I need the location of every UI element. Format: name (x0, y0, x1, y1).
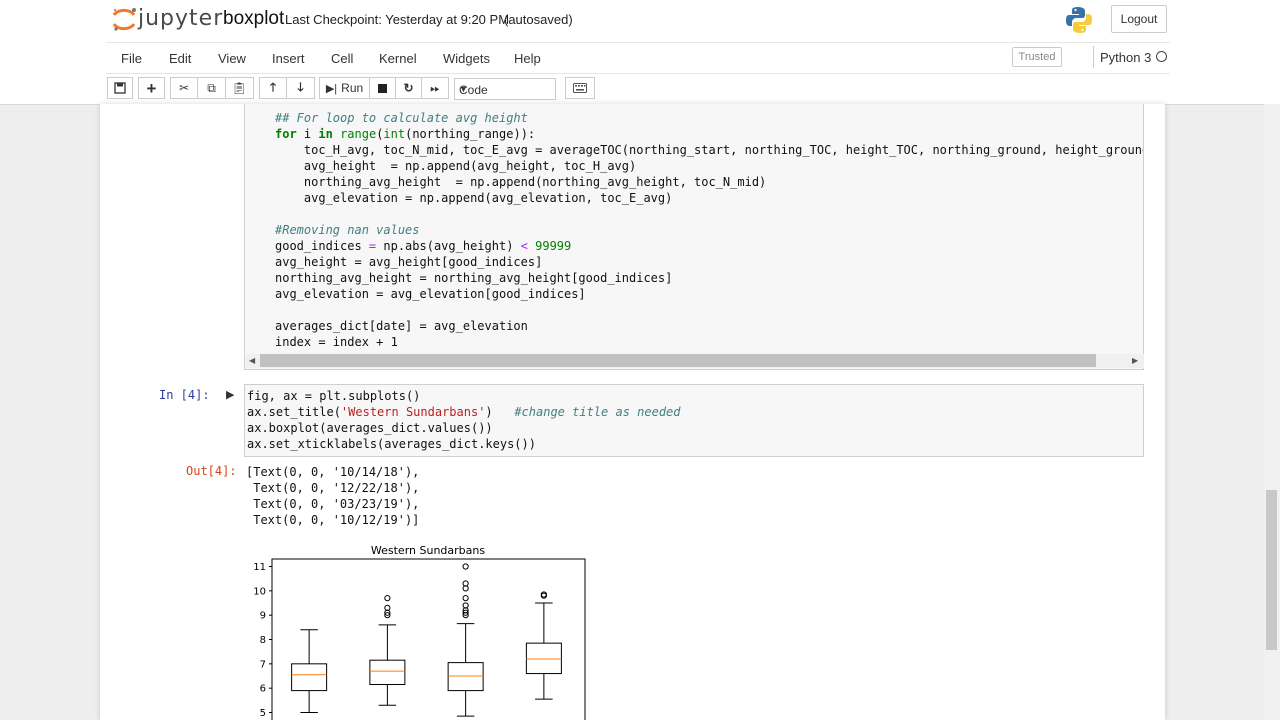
kernel-divider (1093, 46, 1094, 68)
output-text: [Text(0, 0, '10/14/18'), Text(0, 0, '12/… (246, 464, 419, 528)
vertical-scrollbar-thumb[interactable] (1266, 490, 1277, 650)
cell-type-select[interactable]: Code ▼ (454, 78, 556, 100)
code-cell-boxplot[interactable]: fig, ax = plt.subplots() ax.set_title('W… (244, 384, 1144, 457)
menu-kernel[interactable]: Kernel (379, 51, 417, 66)
notebook-name[interactable]: boxplot (223, 8, 284, 30)
menu-bar: File Edit View Insert Cell Kernel Widget… (106, 42, 1170, 74)
run-icon: ▶︎| (325, 82, 338, 95)
code-line: for i in range(int(northing_range)): (275, 127, 536, 141)
code-line: avg_elevation = avg_elevation[good_indic… (275, 287, 586, 301)
autosave-status: (autosaved) (504, 12, 573, 27)
logo-text: jupyter (138, 6, 224, 31)
menu-file[interactable]: File (121, 51, 142, 66)
code-line: avg_elevation = np.append(avg_elevation,… (275, 191, 673, 205)
move-up-icon: 🡑 (269, 79, 277, 94)
kernel-name[interactable]: Python 3 (1100, 50, 1151, 65)
run-label: Run (341, 81, 364, 95)
copy-button[interactable]: ⧉ (198, 77, 226, 99)
trusted-indicator[interactable]: Trusted (1012, 47, 1062, 67)
code-line: index = index + 1 (275, 335, 398, 349)
fast-forward-icon: ⏩︎ (430, 80, 440, 95)
code-editor-loop[interactable]: ## For loop to calculate avg height for … (246, 104, 1143, 354)
menu-edit[interactable]: Edit (169, 51, 191, 66)
paste-button[interactable]: 📋︎ (226, 77, 253, 99)
stop-icon (378, 83, 387, 93)
kernel-idle-icon (1156, 51, 1167, 62)
command-palette-button[interactable] (565, 77, 595, 99)
add-cell-icon: + (146, 78, 157, 98)
insert-cell-button[interactable]: + (138, 77, 165, 99)
code-line: ax.set_xticklabels(averages_dict.keys()) (247, 437, 536, 451)
move-up-button[interactable]: 🡑 (260, 77, 288, 99)
save-icon (114, 82, 126, 94)
y-tick-label: 6 (260, 684, 266, 695)
code-line: toc_H_avg, toc_N_mid, toc_E_avg = averag… (275, 143, 1143, 157)
horizontal-scrollbar-thumb[interactable] (260, 354, 1096, 367)
y-tick-label: 10 (253, 586, 266, 597)
y-tick-label: 5 (260, 708, 266, 719)
code-line: ax.set_title('Western Sundarbans') #chan… (247, 405, 681, 419)
code-line: avg_height = avg_height[good_indices] (275, 255, 543, 269)
menu-cell[interactable]: Cell (331, 51, 353, 66)
move-down-icon: 🡓 (297, 79, 304, 94)
code-line: northing_avg_height = northing_avg_heigh… (275, 271, 673, 285)
code-line: ## For loop to calculate avg height (275, 111, 528, 125)
move-down-button[interactable]: 🡓 (287, 77, 314, 99)
code-line: ax.boxplot(averages_dict.values()) (247, 421, 493, 435)
output-prompt: Out[4]: (186, 464, 237, 478)
scroll-left-icon[interactable]: ◀ (249, 356, 255, 365)
paste-icon: 📋︎ (231, 81, 247, 95)
edit-button-group: ✂ ⧉ 📋︎ (170, 77, 254, 99)
restart-button[interactable]: ↻ (396, 77, 422, 99)
menu-view[interactable]: View (218, 51, 246, 66)
code-line: #Removing nan values (275, 223, 420, 237)
code-line: averages_dict[date] = avg_elevation (275, 319, 528, 333)
save-button[interactable] (107, 77, 133, 99)
y-tick-label: 11 (253, 562, 266, 573)
python-logo-icon (1066, 7, 1092, 33)
y-tick-label: 7 (260, 659, 266, 670)
y-axis: 5 6 7 8 9 10 11 (253, 562, 272, 719)
scroll-right-icon[interactable]: ▶ (1132, 356, 1138, 365)
chevron-down-icon: ▼ (459, 84, 468, 94)
move-button-group: 🡑 🡓 (259, 77, 315, 99)
checkpoint-status: Last Checkpoint: Yesterday at 9:20 PM (285, 12, 510, 27)
run-button-group: ▶︎| Run ↻ ⏩︎ (319, 77, 449, 99)
code-line: fig, ax = plt.subplots() (247, 389, 421, 403)
chart-title: Western Sundarbans (371, 544, 485, 557)
code-line: northing_avg_height = np.append(northing… (275, 175, 767, 189)
menu-help[interactable]: Help (514, 51, 541, 66)
output-line: Text(0, 0, '12/22/18'), (246, 481, 420, 495)
copy-icon: ⧉ (207, 80, 216, 95)
interrupt-button[interactable] (370, 77, 396, 99)
menu-widgets[interactable]: Widgets (443, 51, 490, 66)
output-line: [Text(0, 0, '10/14/18'), (246, 465, 420, 479)
boxplot-chart: Western Sundarbans 5 6 7 8 9 10 11 (253, 544, 586, 720)
y-tick-label: 8 (260, 635, 266, 646)
output-line: Text(0, 0, '10/12/19')] (246, 513, 420, 527)
keyboard-icon (573, 83, 587, 93)
code-line: good_indices = np.abs(avg_height) < 9999… (275, 239, 572, 253)
cursor-icon: ▶︎ (226, 389, 235, 401)
y-tick-label: 9 (260, 611, 266, 622)
output-line: Text(0, 0, '03/23/19'), (246, 497, 420, 511)
run-button[interactable]: ▶︎| Run (320, 77, 370, 99)
input-prompt: In [4]: (159, 388, 210, 402)
restart-icon: ↻ (403, 81, 414, 95)
menu-insert[interactable]: Insert (272, 51, 305, 66)
notebook-header: jupyter boxplot Last Checkpoint: Yesterd… (0, 0, 1280, 105)
restart-run-all-button[interactable]: ⏩︎ (422, 77, 448, 99)
code-line: avg_height = np.append(avg_height, toc_H… (275, 159, 637, 173)
plot-area (271, 558, 586, 720)
logout-button[interactable]: Logout (1111, 5, 1167, 33)
cut-button[interactable]: ✂ (171, 77, 199, 99)
cut-icon: ✂ (179, 81, 190, 95)
